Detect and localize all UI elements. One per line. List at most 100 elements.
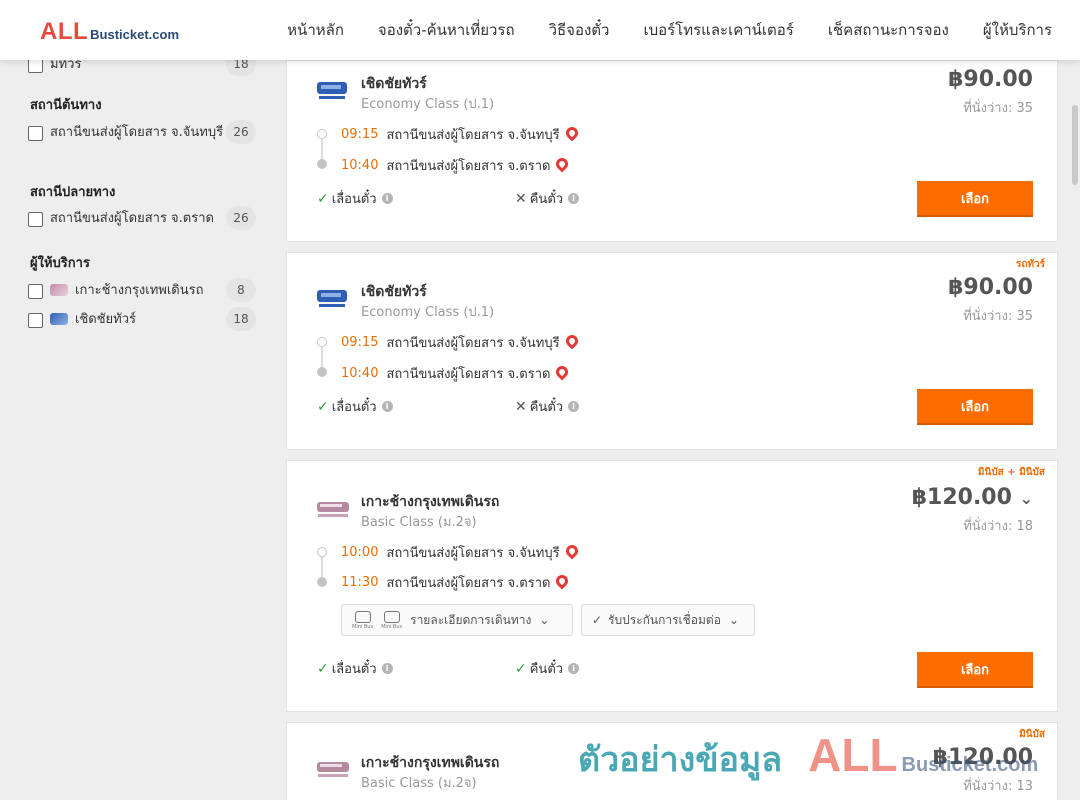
- nav-check-booking[interactable]: เช็คสถานะการจอง: [828, 18, 949, 42]
- info-icon[interactable]: i: [568, 663, 580, 674]
- seats-available: ที่นั่งว่าง: 13: [963, 779, 1033, 794]
- filter-item-destination[interactable]: สถานีขนส่งผู้โดยสาร จ.ตราด 26: [28, 206, 256, 230]
- map-pin-icon[interactable]: [563, 332, 581, 349]
- operator-name: เชิดชัยทัวร์: [361, 284, 427, 300]
- check-icon: ✓: [592, 613, 603, 627]
- departure-dot: [317, 547, 327, 557]
- filter-sidebar: มีทัวร์ 18 สถานีต้นทาง สถานีขนส่งผู้โดยส…: [0, 52, 270, 800]
- trip-details-dropdown[interactable]: Mini Bus Mini Bus รายละเอียดการเดินทาง ⌄: [341, 604, 573, 636]
- main-nav: หน้าหลัก จองตั๋ว-ค้นหาเที่ยวรถ วิธีจองตั…: [253, 0, 1052, 60]
- map-pin-icon[interactable]: [563, 124, 581, 141]
- origin-filter-title: สถานีต้นทาง: [30, 98, 102, 113]
- filter-count: 26: [226, 206, 256, 230]
- info-icon[interactable]: i: [568, 193, 580, 204]
- filter-item-operator-kohchang[interactable]: เกาะช้างกรุงเทพเดินรถ 8: [28, 278, 256, 302]
- arrival-station: สถานีขนส่งผู้โดยสาร จ.ตราด: [386, 367, 551, 382]
- departure-dot: [317, 129, 327, 139]
- site-logo[interactable]: ALL Busticket.com: [40, 18, 179, 46]
- nav-home[interactable]: หน้าหลัก: [287, 18, 344, 42]
- arrival-stop: 10:40 สถานีขนส่งผู้โดยสาร จ.ตราด: [341, 155, 571, 176]
- refund-option: ✕ คืนตั๋ว i: [515, 188, 580, 209]
- trip-card: มินิบัส + มินิบัส เกาะช้างกรุงเทพเดินรถ …: [286, 460, 1058, 712]
- departure-dot: [317, 337, 327, 347]
- chevron-down-icon: ⌄: [539, 613, 550, 627]
- select-trip-button[interactable]: เลือก: [917, 389, 1033, 423]
- refund-label: คืนตั๋ว: [529, 662, 564, 677]
- operator-logo-icon: [50, 313, 68, 325]
- connection-guarantee-dropdown[interactable]: ✓ รับประกันการเชื่อมต่อ ⌄: [581, 604, 755, 636]
- operator-logo-icon: [317, 82, 347, 99]
- operator-logo-icon: [50, 284, 68, 296]
- vehicle-type-badge: รถทัวร์: [1015, 259, 1045, 270]
- info-icon[interactable]: i: [381, 193, 393, 204]
- filter-item-origin[interactable]: สถานีขนส่งผู้โดยสาร จ.จันทบุรี 26: [28, 120, 256, 144]
- arrival-time: 10:40: [341, 366, 379, 381]
- departure-station: สถานีขนส่งผู้โดยสาร จ.จันทบุรี: [386, 128, 560, 143]
- ticket-price-dropdown[interactable]: ฿120.00 ⌄: [912, 485, 1033, 510]
- check-icon: ✓: [317, 660, 329, 677]
- map-pin-icon[interactable]: [563, 542, 581, 559]
- chevron-down-icon: ⌄: [1019, 489, 1033, 508]
- filter-item-operator-cherdchai[interactable]: เชิดชัยทัวร์ 18: [28, 307, 256, 331]
- arrival-time: 11:30: [341, 575, 379, 590]
- map-pin-icon[interactable]: [553, 572, 571, 589]
- departure-stop: 09:15 สถานีขนส่งผู้โดยสาร จ.จันทบุรี: [341, 332, 581, 353]
- arrival-time: 10:40: [341, 158, 379, 173]
- checkbox[interactable]: [28, 313, 43, 328]
- check-icon: ✓: [317, 398, 329, 415]
- arrival-station: สถานีขนส่งผู้โดยสาร จ.ตราด: [386, 576, 551, 591]
- connection-guarantee-label: รับประกันการเชื่อมต่อ: [608, 612, 721, 627]
- refund-label: คืนตั๋ว: [529, 192, 564, 207]
- map-pin-icon[interactable]: [553, 363, 571, 380]
- checkbox[interactable]: [28, 284, 43, 299]
- nav-how-to-book[interactable]: วิธีจองตั๋ว: [549, 18, 610, 42]
- cross-icon: ✕: [515, 190, 527, 207]
- check-icon: ✓: [515, 660, 527, 677]
- cross-icon: ✕: [515, 398, 527, 415]
- bus-class: Basic Class (ม.2จ): [361, 515, 477, 530]
- ticket-price: ฿120.00: [911, 485, 1012, 510]
- seats-available: ที่นั่งว่าง: 18: [963, 519, 1033, 534]
- trip-card: มินิบัส เกาะช้างกรุงเทพเดินรถ Basic Clas…: [286, 722, 1058, 800]
- filter-label: สถานีขนส่งผู้โดยสาร จ.จันทบุรี: [50, 125, 224, 140]
- departure-station: สถานีขนส่งผู้โดยสาร จ.จันทบุรี: [386, 546, 560, 561]
- map-pin-icon[interactable]: [553, 155, 571, 172]
- nav-book-search[interactable]: จองตั๋ว-ค้นหาเที่ยวรถ: [378, 18, 515, 42]
- reschedule-label: เลื่อนตั๋ว: [331, 662, 377, 677]
- page-scrollbar[interactable]: [1072, 105, 1078, 185]
- vehicle-type-badge: มินิบัส + มินิบัส: [977, 467, 1045, 478]
- ticket-price: ฿90.00: [948, 275, 1033, 300]
- trip-card: เชิดชัยทัวร์ Economy Class (ป.1) ฿90.00 …: [286, 60, 1058, 242]
- nav-contact-counters[interactable]: เบอร์โทรและเคาน์เตอร์: [643, 18, 793, 42]
- ticket-price: ฿90.00: [948, 67, 1033, 92]
- checkbox[interactable]: [28, 126, 43, 141]
- checkbox[interactable]: [28, 212, 43, 227]
- operator-logo-icon: [317, 762, 349, 777]
- operator-name: เกาะช้างกรุงเทพเดินรถ: [361, 755, 500, 771]
- operator-logo-icon: [317, 290, 347, 307]
- info-icon[interactable]: i: [568, 401, 580, 412]
- reschedule-label: เลื่อนตั๋ว: [331, 192, 377, 207]
- arrival-station: สถานีขนส่งผู้โดยสาร จ.ตราด: [386, 159, 551, 174]
- checkbox[interactable]: [28, 58, 43, 73]
- operator-filter-title: ผู้ให้บริการ: [30, 256, 90, 271]
- arrival-stop: 10:40 สถานีขนส่งผู้โดยสาร จ.ตราด: [341, 363, 571, 384]
- operator-logo-icon: [317, 502, 349, 517]
- departure-time: 09:15: [341, 127, 379, 142]
- refund-option: ✓ คืนตั๋ว i: [515, 658, 580, 679]
- departure-stop: 10:00 สถานีขนส่งผู้โดยสาร จ.จันทบุรี: [341, 542, 581, 563]
- bus-class: Economy Class (ป.1): [361, 305, 495, 320]
- departure-station: สถานีขนส่งผู้โดยสาร จ.จันทบุรี: [386, 336, 560, 351]
- operator-name: เกาะช้างกรุงเทพเดินรถ: [361, 494, 500, 510]
- select-trip-button[interactable]: เลือก: [917, 652, 1033, 686]
- logo-all-text: ALL: [40, 18, 89, 45]
- info-icon[interactable]: i: [381, 401, 393, 412]
- check-icon: ✓: [317, 190, 329, 207]
- info-icon[interactable]: i: [381, 663, 393, 674]
- departure-time: 10:00: [341, 545, 379, 560]
- nav-operators[interactable]: ผู้ให้บริการ: [983, 18, 1052, 42]
- select-trip-button[interactable]: เลือก: [917, 181, 1033, 215]
- reschedule-option: ✓ เลื่อนตั๋ว i: [317, 188, 393, 209]
- arrival-stop: 11:30 สถานีขนส่งผู้โดยสาร จ.ตราด: [341, 572, 571, 593]
- minibus-icon: Mini Bus: [381, 610, 402, 630]
